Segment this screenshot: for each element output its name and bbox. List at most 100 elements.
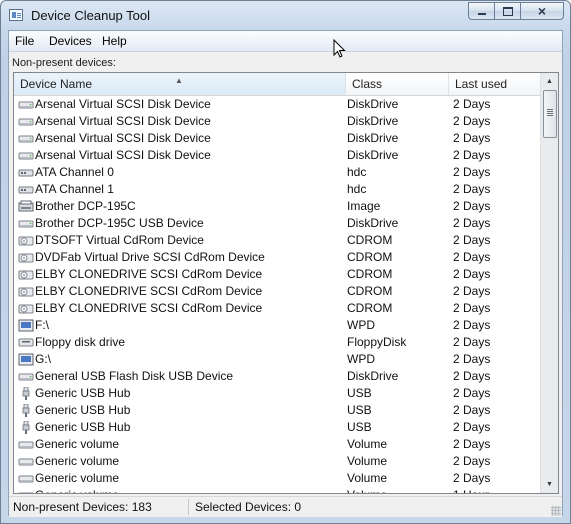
last-used-cell: 2 Days — [453, 182, 491, 196]
volume-icon — [18, 455, 34, 468]
last-used-cell: 2 Days — [453, 148, 491, 162]
portable-device-icon — [18, 319, 34, 332]
printer-scanner-icon — [18, 200, 34, 213]
table-row[interactable]: Generic volume Volume 2 Days — [14, 453, 542, 470]
last-used-cell: 2 Days — [453, 352, 491, 366]
table-row[interactable]: Generic USB Hub USB 2 Days — [14, 402, 542, 419]
table-row[interactable]: Generic USB Hub USB 2 Days — [14, 385, 542, 402]
device-class-cell: DiskDrive — [347, 97, 399, 111]
last-used-cell: 2 Days — [453, 267, 491, 281]
device-class-cell: USB — [347, 420, 372, 434]
status-bar: Non-present Devices: 183 Selected Device… — [9, 496, 562, 517]
device-name-cell: Arsenal Virtual SCSI Disk Device — [35, 131, 211, 145]
device-class-cell: DiskDrive — [347, 148, 399, 162]
usb-plug-icon — [18, 386, 34, 400]
mouse-cursor-icon — [333, 39, 346, 58]
volume-icon — [18, 489, 34, 493]
table-row[interactable]: Brother DCP-195C USB Device DiskDrive 2 Da… — [14, 215, 542, 232]
device-class-cell: Volume — [347, 437, 388, 451]
device-class-cell: DiskDrive — [347, 131, 399, 145]
minimize-button[interactable] — [468, 2, 494, 20]
device-name-cell: Floppy disk drive — [35, 335, 126, 349]
portable-device-icon — [18, 353, 34, 366]
device-name-cell: ATA Channel 0 — [35, 165, 114, 179]
table-row[interactable]: Generic volume Volume 2 Days — [14, 470, 542, 487]
table-row[interactable]: Floppy disk drive FloppyDisk 2 Days — [14, 334, 542, 351]
last-used-cell: 2 Days — [453, 250, 491, 264]
column-header-class[interactable]: Class — [346, 73, 449, 95]
cdrom-icon — [18, 302, 34, 315]
table-row[interactable]: F:\ WPD 2 Days — [14, 317, 542, 334]
table-row[interactable]: ELBY CLONEDRIVE SCSI CdRom Device CDROM 2 … — [14, 266, 542, 283]
table-row[interactable]: Generic USB Hub USB 2 Days — [14, 419, 542, 436]
column-header-last-used[interactable]: Last used — [449, 73, 542, 95]
device-class-cell: Image — [347, 199, 381, 213]
device-name-cell: ELBY CLONEDRIVE SCSI CdRom Device — [35, 301, 263, 315]
device-class-cell: hdc — [347, 165, 367, 179]
table-row[interactable]: Brother DCP-195C Image 2 Days — [14, 198, 542, 215]
device-name-cell: DTSOFT Virtual CdRom Device — [35, 233, 204, 247]
floppy-drive-icon — [18, 336, 34, 349]
device-class-cell: DiskDrive — [347, 369, 399, 383]
device-name-cell: ELBY CLONEDRIVE SCSI CdRom Device — [35, 267, 263, 281]
device-name-cell: Generic volume — [35, 471, 120, 485]
menu-file[interactable]: File — [15, 34, 34, 48]
last-used-cell: 2 Days — [453, 318, 491, 332]
device-class-cell: Volume — [347, 454, 388, 468]
last-used-cell: 1 Hour — [453, 487, 489, 493]
scroll-up-arrow-icon[interactable]: ▲ — [541, 73, 558, 90]
menu-devices[interactable]: Devices — [49, 34, 92, 48]
last-used-cell: 2 Days — [453, 437, 491, 451]
device-name-cell: Arsenal Virtual SCSI Disk Device — [35, 148, 211, 162]
scroll-down-arrow-icon[interactable]: ▼ — [541, 476, 558, 493]
table-row[interactable]: ATA Channel 0 hdc 2 Days — [14, 164, 542, 181]
column-header-device-name[interactable]: ▲ Device Name — [14, 73, 346, 95]
table-row[interactable]: ATA Channel 1 hdc 2 Days — [14, 181, 542, 198]
volume-icon — [18, 472, 34, 485]
table-row[interactable]: G:\ WPD 2 Days — [14, 351, 542, 368]
table-row[interactable]: Arsenal Virtual SCSI Disk Device DiskDriv… — [14, 147, 542, 164]
table-row[interactable]: ELBY CLONEDRIVE SCSI CdRom Device CDROM 2 … — [14, 300, 542, 317]
device-class-cell: WPD — [347, 318, 375, 332]
maximize-button[interactable] — [494, 2, 520, 20]
last-used-cell: 2 Days — [453, 216, 491, 230]
device-class-cell: Volume — [347, 487, 387, 493]
table-row[interactable]: Arsenal Virtual SCSI Disk Device DiskDriv… — [14, 130, 542, 147]
app-icon[interactable] — [9, 9, 23, 21]
table-row[interactable]: Arsenal Virtual SCSI Disk Device DiskDriv… — [14, 96, 542, 113]
table-row[interactable]: Generic volume Volume 1 Hour — [14, 487, 542, 493]
device-name-cell: Brother DCP-195C — [35, 199, 136, 213]
window-title: Device Cleanup Tool — [31, 8, 150, 23]
menu-bar: File Devices Help — [9, 31, 562, 52]
table-row[interactable]: Generic volume Volume 2 Days — [14, 436, 542, 453]
device-name-cell: Generic volume — [35, 437, 120, 451]
device-class-cell: DiskDrive — [347, 216, 399, 230]
table-row[interactable]: Arsenal Virtual SCSI Disk Device DiskDriv… — [14, 113, 542, 130]
vertical-scrollbar[interactable]: ▲ ▼ — [540, 73, 558, 493]
scrollbar-thumb[interactable] — [543, 90, 557, 138]
list-header: ▲ Device Name Class Last used — [14, 73, 542, 96]
table-row[interactable]: General USB Flash Disk USB Device DiskDri… — [14, 368, 542, 385]
last-used-cell: 2 Days — [453, 284, 491, 298]
table-row[interactable]: DVDFab Virtual Drive SCSI CdRom Device CD… — [14, 249, 542, 266]
close-button[interactable]: × — [520, 2, 564, 20]
table-row[interactable]: ELBY CLONEDRIVE SCSI CdRom Device CDROM 2 … — [14, 283, 542, 300]
grip-icon — [547, 109, 553, 110]
device-class-cell: CDROM — [347, 267, 393, 281]
device-name-cell: DVDFab Virtual Drive SCSI CdRom Device — [35, 250, 265, 264]
device-class-cell: USB — [347, 386, 372, 400]
device-name-cell: Generic USB Hub — [35, 386, 131, 400]
last-used-cell: 2 Days — [453, 114, 491, 128]
disk-drive-icon — [18, 132, 34, 145]
device-class-cell: CDROM — [347, 250, 393, 264]
title-bar[interactable]: Device Cleanup Tool × — [1, 1, 570, 31]
device-name-cell: General USB Flash Disk USB Device — [35, 369, 234, 383]
device-list[interactable]: ▲ Device Name Class Last used Arsenal Vi… — [13, 72, 559, 494]
table-row[interactable]: DTSOFT Virtual CdRom Device CDROM 2 Days — [14, 232, 542, 249]
last-used-cell: 2 Days — [453, 131, 491, 145]
usb-plug-icon — [18, 403, 34, 417]
last-used-cell: 2 Days — [453, 335, 491, 349]
resize-grip-icon[interactable] — [551, 506, 561, 516]
menu-help[interactable]: Help — [102, 34, 127, 48]
device-name-cell: Arsenal Virtual SCSI Disk Device — [35, 114, 211, 128]
